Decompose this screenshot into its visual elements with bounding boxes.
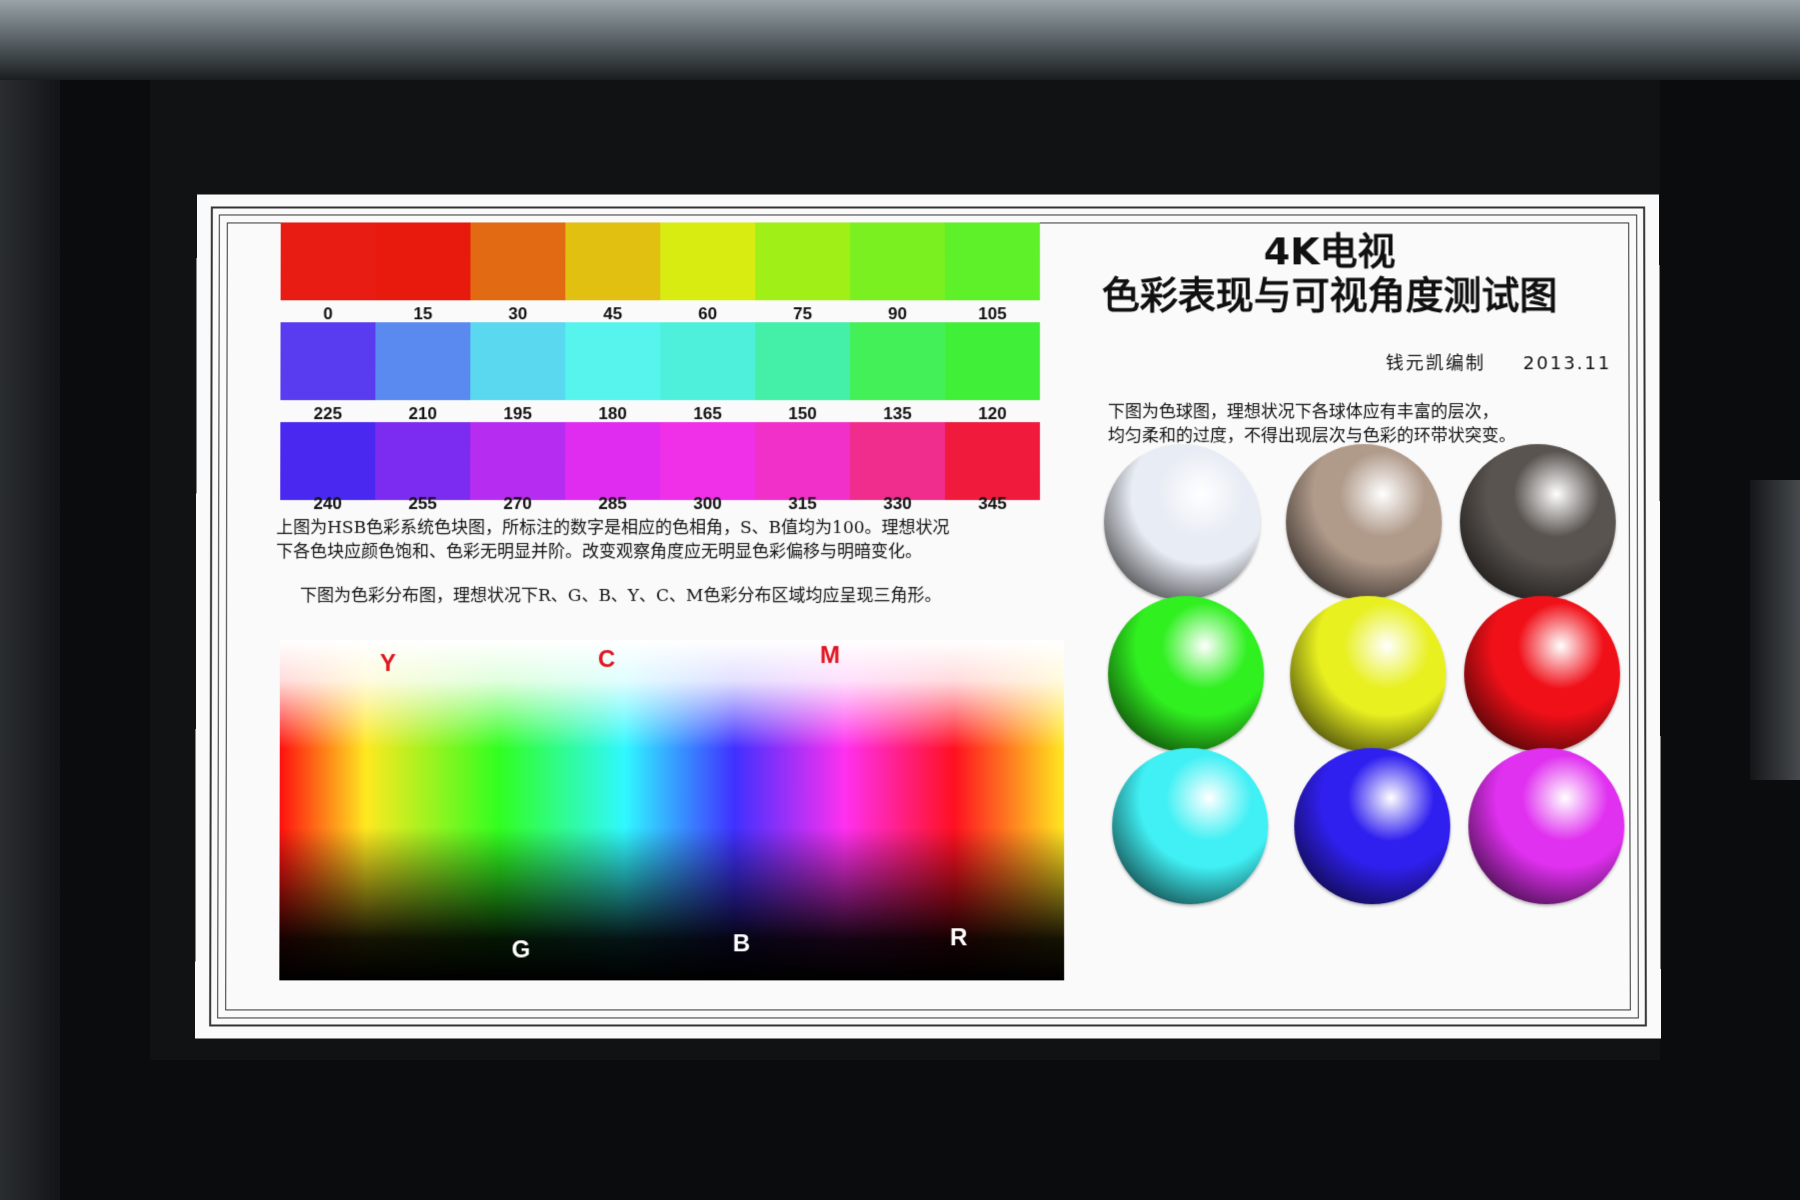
color-gamut-chart: Y C M G B R: [279, 640, 1065, 981]
green-label: G: [511, 936, 531, 964]
green-sphere: [1107, 596, 1265, 753]
hue-swatch: [280, 322, 376, 401]
hue-angle-label: 315: [788, 494, 817, 514]
hue-swatch: [375, 422, 471, 501]
hue-angle-label: 345: [978, 494, 1007, 514]
hue-angle-label: 90: [888, 304, 907, 324]
byline: 钱元凯编制 2013.11: [1386, 349, 1612, 375]
blue-sphere: [1294, 748, 1451, 905]
hue-swatch: [944, 322, 1040, 401]
magenta-sphere: [1468, 748, 1625, 905]
gray-sphere: [1285, 444, 1442, 601]
hue-swatch: [565, 422, 661, 501]
hue-swatch: [660, 322, 756, 401]
magenta-label: M: [819, 642, 840, 670]
hue-swatch: [375, 222, 471, 301]
sphere-description-line-1: 下图为色球图，理想状况下各球体应有丰富的层次，: [1107, 402, 1499, 423]
hue-swatch: [850, 322, 945, 401]
gamut-description: 下图为色彩分布图，理想状况下R、G、B、Y、C、M色彩分布区域均应呈现三角形。: [300, 586, 942, 607]
hue-angle-label: 135: [883, 404, 912, 424]
hue-swatch: [755, 322, 851, 401]
hue-angle-label: 60: [698, 304, 718, 324]
hue-angle-label: 300: [693, 494, 722, 514]
red-label: R: [950, 924, 968, 952]
hue-swatch: [470, 322, 566, 401]
hue-swatch: [375, 322, 471, 401]
hue-labels-2: 225 210 195 180 165 150 135 120: [280, 404, 1040, 424]
left-wall: [0, 80, 60, 1200]
hue-swatch: [944, 222, 1040, 301]
hue-angle-label: 255: [408, 494, 437, 514]
title-line-2: 色彩表现与可视角度测试图: [1101, 273, 1558, 318]
hue-angle-label: 30: [508, 304, 528, 324]
hue-labels-3: 240 255 270 285 300 315 330 345: [280, 494, 1040, 514]
hue-row-3: [280, 422, 1040, 501]
hue-angle-label: 270: [503, 494, 532, 514]
hue-angle-label: 75: [793, 304, 813, 324]
hue-swatch: [565, 322, 661, 401]
hue-angle-label: 180: [598, 404, 627, 424]
projection-screen: 0 15 30 45 60 75 90 105 225 210 195 180 165 150 135 12…: [195, 194, 1661, 1039]
hue-swatch: [565, 222, 661, 301]
hue-swatch: [755, 422, 851, 501]
cyan-label: C: [597, 646, 616, 674]
hue-angle-label: 45: [603, 304, 623, 324]
hsb-description-line-2: 下各色块应颜色饱和、色彩无明显并阶。改变观察角度应无明显色彩偏移与明暗变化。: [276, 542, 923, 563]
hue-angle-label: 330: [883, 494, 912, 514]
white-sphere: [1103, 444, 1260, 601]
yellow-sphere: [1289, 596, 1447, 753]
hue-row-1: [280, 222, 1040, 301]
hue-angle-label: 105: [978, 304, 1007, 324]
hue-angle-label: 240: [313, 494, 342, 514]
hue-angle-label: 120: [978, 404, 1007, 424]
hue-swatch: [660, 222, 756, 301]
right-wall: [1750, 480, 1800, 780]
hue-angle-label: 15: [413, 304, 433, 324]
hue-angle-label: 195: [503, 404, 532, 424]
hsb-description-line-1: 上图为HSB色彩系统色块图，所标注的数字是相应的色相角，S、B值均为100。理想…: [276, 518, 950, 539]
hue-angle-label: 285: [598, 494, 627, 514]
hue-swatch: [470, 422, 566, 501]
hue-swatch: [850, 422, 945, 501]
gamut-gradient: [279, 640, 1065, 981]
red-sphere: [1463, 596, 1621, 753]
hue-swatch: [660, 422, 756, 501]
hue-swatch: [850, 222, 945, 301]
hue-angle-label: 150: [788, 404, 817, 424]
hue-row-2: [280, 322, 1040, 401]
hue-angle-label: 165: [693, 404, 722, 424]
dark-sphere: [1459, 444, 1616, 601]
hue-labels-1: 0 15 30 45 60 75 90 105: [281, 304, 1040, 324]
hue-swatch: [470, 222, 566, 301]
author: 钱元凯编制: [1385, 353, 1486, 375]
cyan-sphere: [1112, 748, 1269, 905]
hue-swatch: [280, 422, 376, 501]
date: 2013.11: [1523, 353, 1612, 375]
hue-swatch: [944, 422, 1040, 501]
yellow-label: Y: [379, 650, 396, 678]
hue-angle-label: 225: [313, 404, 343, 424]
hue-angle-label: 0: [323, 304, 333, 324]
hue-swatch: [755, 222, 851, 301]
blue-label: B: [732, 930, 751, 958]
hue-angle-label: 210: [408, 404, 437, 424]
ceiling: [0, 0, 1800, 80]
hue-swatch: [280, 222, 376, 301]
